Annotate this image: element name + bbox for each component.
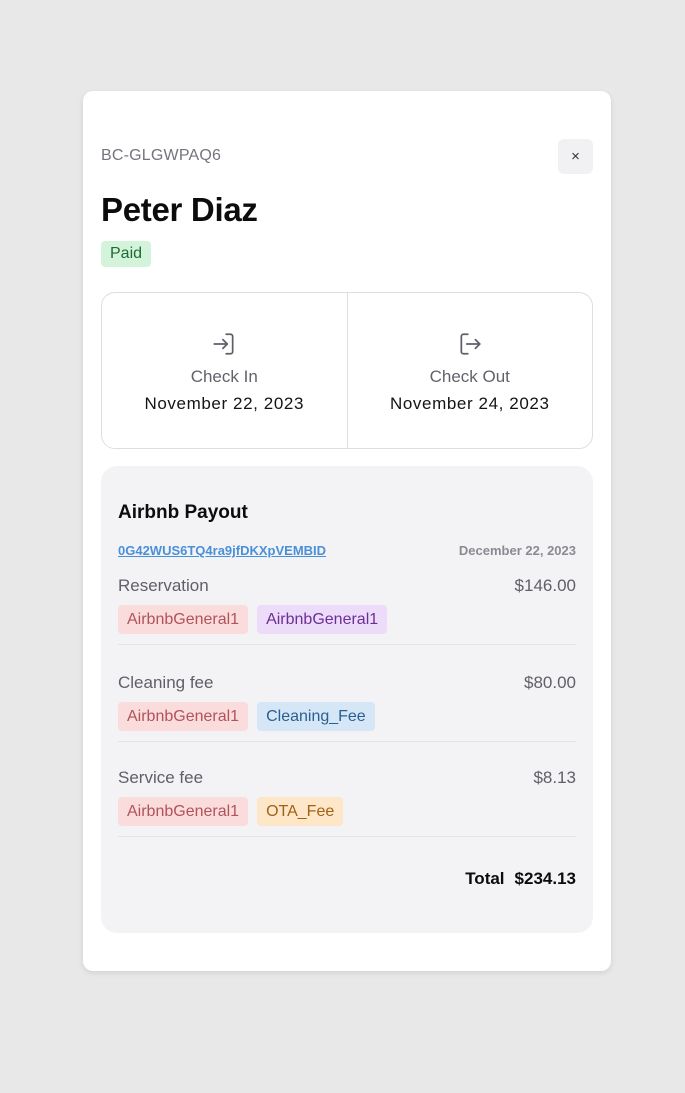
check-out-date: November 24, 2023: [389, 394, 550, 413]
line-item: Cleaning fee $80.00 AirbnbGeneral1 Clean…: [118, 673, 576, 742]
line-item-label: Cleaning fee: [118, 673, 214, 692]
logout-icon: [460, 333, 481, 355]
booking-detail-card: BC-GLGWPAQ6 × Peter Diaz Paid Check In N…: [83, 91, 611, 971]
line-item-tags: AirbnbGeneral1 Cleaning_Fee: [118, 702, 576, 731]
payout-meta: 0G42WUS6TQ4ra9jfDKXpVEMBID December 22, …: [118, 543, 576, 558]
payout-id-link[interactable]: 0G42WUS6TQ4ra9jfDKXpVEMBID: [118, 543, 326, 558]
line-item: Reservation $146.00 AirbnbGeneral1 Airbn…: [118, 576, 576, 645]
status-badge: Paid: [101, 241, 152, 267]
tag: AirbnbGeneral1: [118, 605, 249, 634]
total-label: Total: [465, 869, 505, 888]
booking-code: BC-GLGWPAQ6: [101, 147, 222, 164]
total-amount: $234.13: [514, 869, 576, 888]
guest-name: Peter Diaz: [101, 191, 258, 228]
payout-date: December 22, 2023: [458, 543, 576, 558]
line-item-tags: AirbnbGeneral1 OTA_Fee: [118, 797, 576, 826]
tag: AirbnbGeneral1: [118, 797, 249, 826]
tag: OTA_Fee: [257, 797, 344, 826]
tag: AirbnbGeneral1: [118, 702, 249, 731]
line-item-label: Service fee: [118, 768, 204, 787]
check-in-label: Check In: [190, 367, 258, 386]
tag: Cleaning_Fee: [257, 702, 375, 731]
stay-dates: Check In November 22, 2023 Check Out Nov…: [101, 292, 593, 449]
check-in-date: November 22, 2023: [144, 394, 304, 413]
line-item-label: Reservation: [118, 576, 209, 595]
close-button[interactable]: ×: [558, 139, 593, 174]
card-header: BC-GLGWPAQ6 ×: [101, 91, 593, 177]
login-icon: [213, 333, 234, 355]
line-item: Service fee $8.13 AirbnbGeneral1 OTA_Fee: [118, 768, 576, 837]
line-item-amount: $8.13: [533, 768, 576, 787]
payout-panel: Airbnb Payout 0G42WUS6TQ4ra9jfDKXpVEMBID…: [101, 466, 593, 933]
check-out-label: Check Out: [429, 367, 510, 386]
check-in-cell: Check In November 22, 2023: [102, 293, 347, 448]
line-item-tags: AirbnbGeneral1 AirbnbGeneral1: [118, 605, 576, 634]
line-item-amount: $146.00: [514, 576, 576, 595]
check-out-cell: Check Out November 24, 2023: [346, 293, 593, 448]
tag: AirbnbGeneral1: [257, 605, 388, 634]
payout-title: Airbnb Payout: [118, 502, 248, 523]
line-item-amount: $80.00: [524, 673, 576, 692]
total-row: Total $234.13: [118, 869, 576, 889]
